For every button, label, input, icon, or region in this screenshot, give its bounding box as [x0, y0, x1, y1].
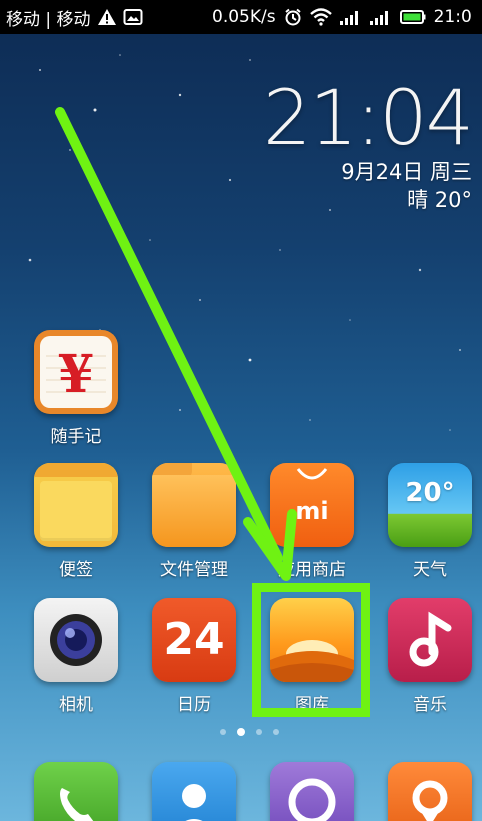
warning-icon — [97, 8, 117, 26]
calendar-glyph: 24 — [163, 614, 225, 665]
app-music[interactable]: 音乐 — [380, 598, 480, 715]
clock-time: 21:04 — [262, 73, 474, 162]
app-suishouji[interactable]: ¥ 随手记 — [26, 330, 126, 447]
app-label: 日历 — [177, 695, 211, 715]
clock-date: 9月24日 周三 — [341, 160, 472, 184]
weather-glyph: 20° — [405, 478, 455, 508]
page-dot-active — [237, 728, 245, 736]
weather-icon: 20° — [388, 463, 472, 547]
app-label: 文件管理 — [160, 560, 228, 580]
page-dot — [273, 729, 279, 735]
signal-icon — [369, 9, 392, 25]
app-file-manager[interactable]: 文件管理 — [144, 463, 244, 580]
dock-browser[interactable] — [388, 762, 472, 821]
network-speed: 0.05K/s — [212, 7, 276, 27]
page-dot — [256, 729, 262, 735]
app-app-store[interactable]: mi 应用商店 — [262, 463, 362, 580]
notes-icon — [34, 463, 118, 547]
alarm-icon — [284, 8, 302, 26]
music-note-icon — [388, 598, 472, 682]
app-camera[interactable]: 相机 — [26, 598, 126, 715]
page-indicator — [220, 728, 279, 736]
calendar-icon: 24 — [152, 598, 236, 682]
clock-weather: 晴 20° — [407, 188, 472, 212]
wifi-icon — [309, 8, 332, 26]
app-notes[interactable]: 便签 — [26, 463, 126, 580]
app-label: 随手记 — [50, 427, 102, 447]
signal-icon — [339, 9, 362, 25]
status-time: 21:0 — [433, 7, 472, 27]
yen-icon: ¥ — [34, 330, 118, 414]
dock-contacts[interactable] — [152, 762, 236, 821]
status-bar: 移动 | 移动 0.05K/s 21:0 — [0, 0, 482, 34]
carrier-label: 移动 | 移动 — [6, 9, 91, 30]
folder-icon — [152, 463, 236, 547]
svg-text:¥: ¥ — [58, 344, 94, 405]
app-label: 天气 — [413, 560, 447, 580]
app-label: 相机 — [59, 695, 93, 715]
location-pin-icon — [412, 780, 448, 821]
clock-widget[interactable]: 21:04 9月24日 周三 晴 20° — [262, 73, 474, 214]
contacts-icon — [182, 784, 206, 821]
home-screen: 移动 | 移动 0.05K/s 21:0 21:04 9月24日 周三 晴 20… — [0, 0, 482, 821]
image-notification-icon — [123, 8, 143, 26]
dock-phone[interactable] — [34, 762, 118, 821]
shopping-bag-icon: mi — [270, 463, 354, 547]
app-store-glyph: mi — [295, 497, 328, 525]
chat-icon — [288, 778, 336, 821]
app-label: 便签 — [59, 560, 93, 580]
app-calendar[interactable]: 24 日历 — [144, 598, 244, 715]
app-label: 应用商店 — [278, 560, 346, 580]
battery-icon — [399, 9, 426, 25]
highlight-box — [252, 583, 370, 717]
camera-icon — [34, 598, 118, 682]
app-weather[interactable]: 20° 天气 — [380, 463, 480, 580]
page-dot — [220, 729, 226, 735]
app-label: 音乐 — [413, 695, 447, 715]
phone-icon — [60, 788, 94, 821]
dock-messages[interactable] — [270, 762, 354, 821]
